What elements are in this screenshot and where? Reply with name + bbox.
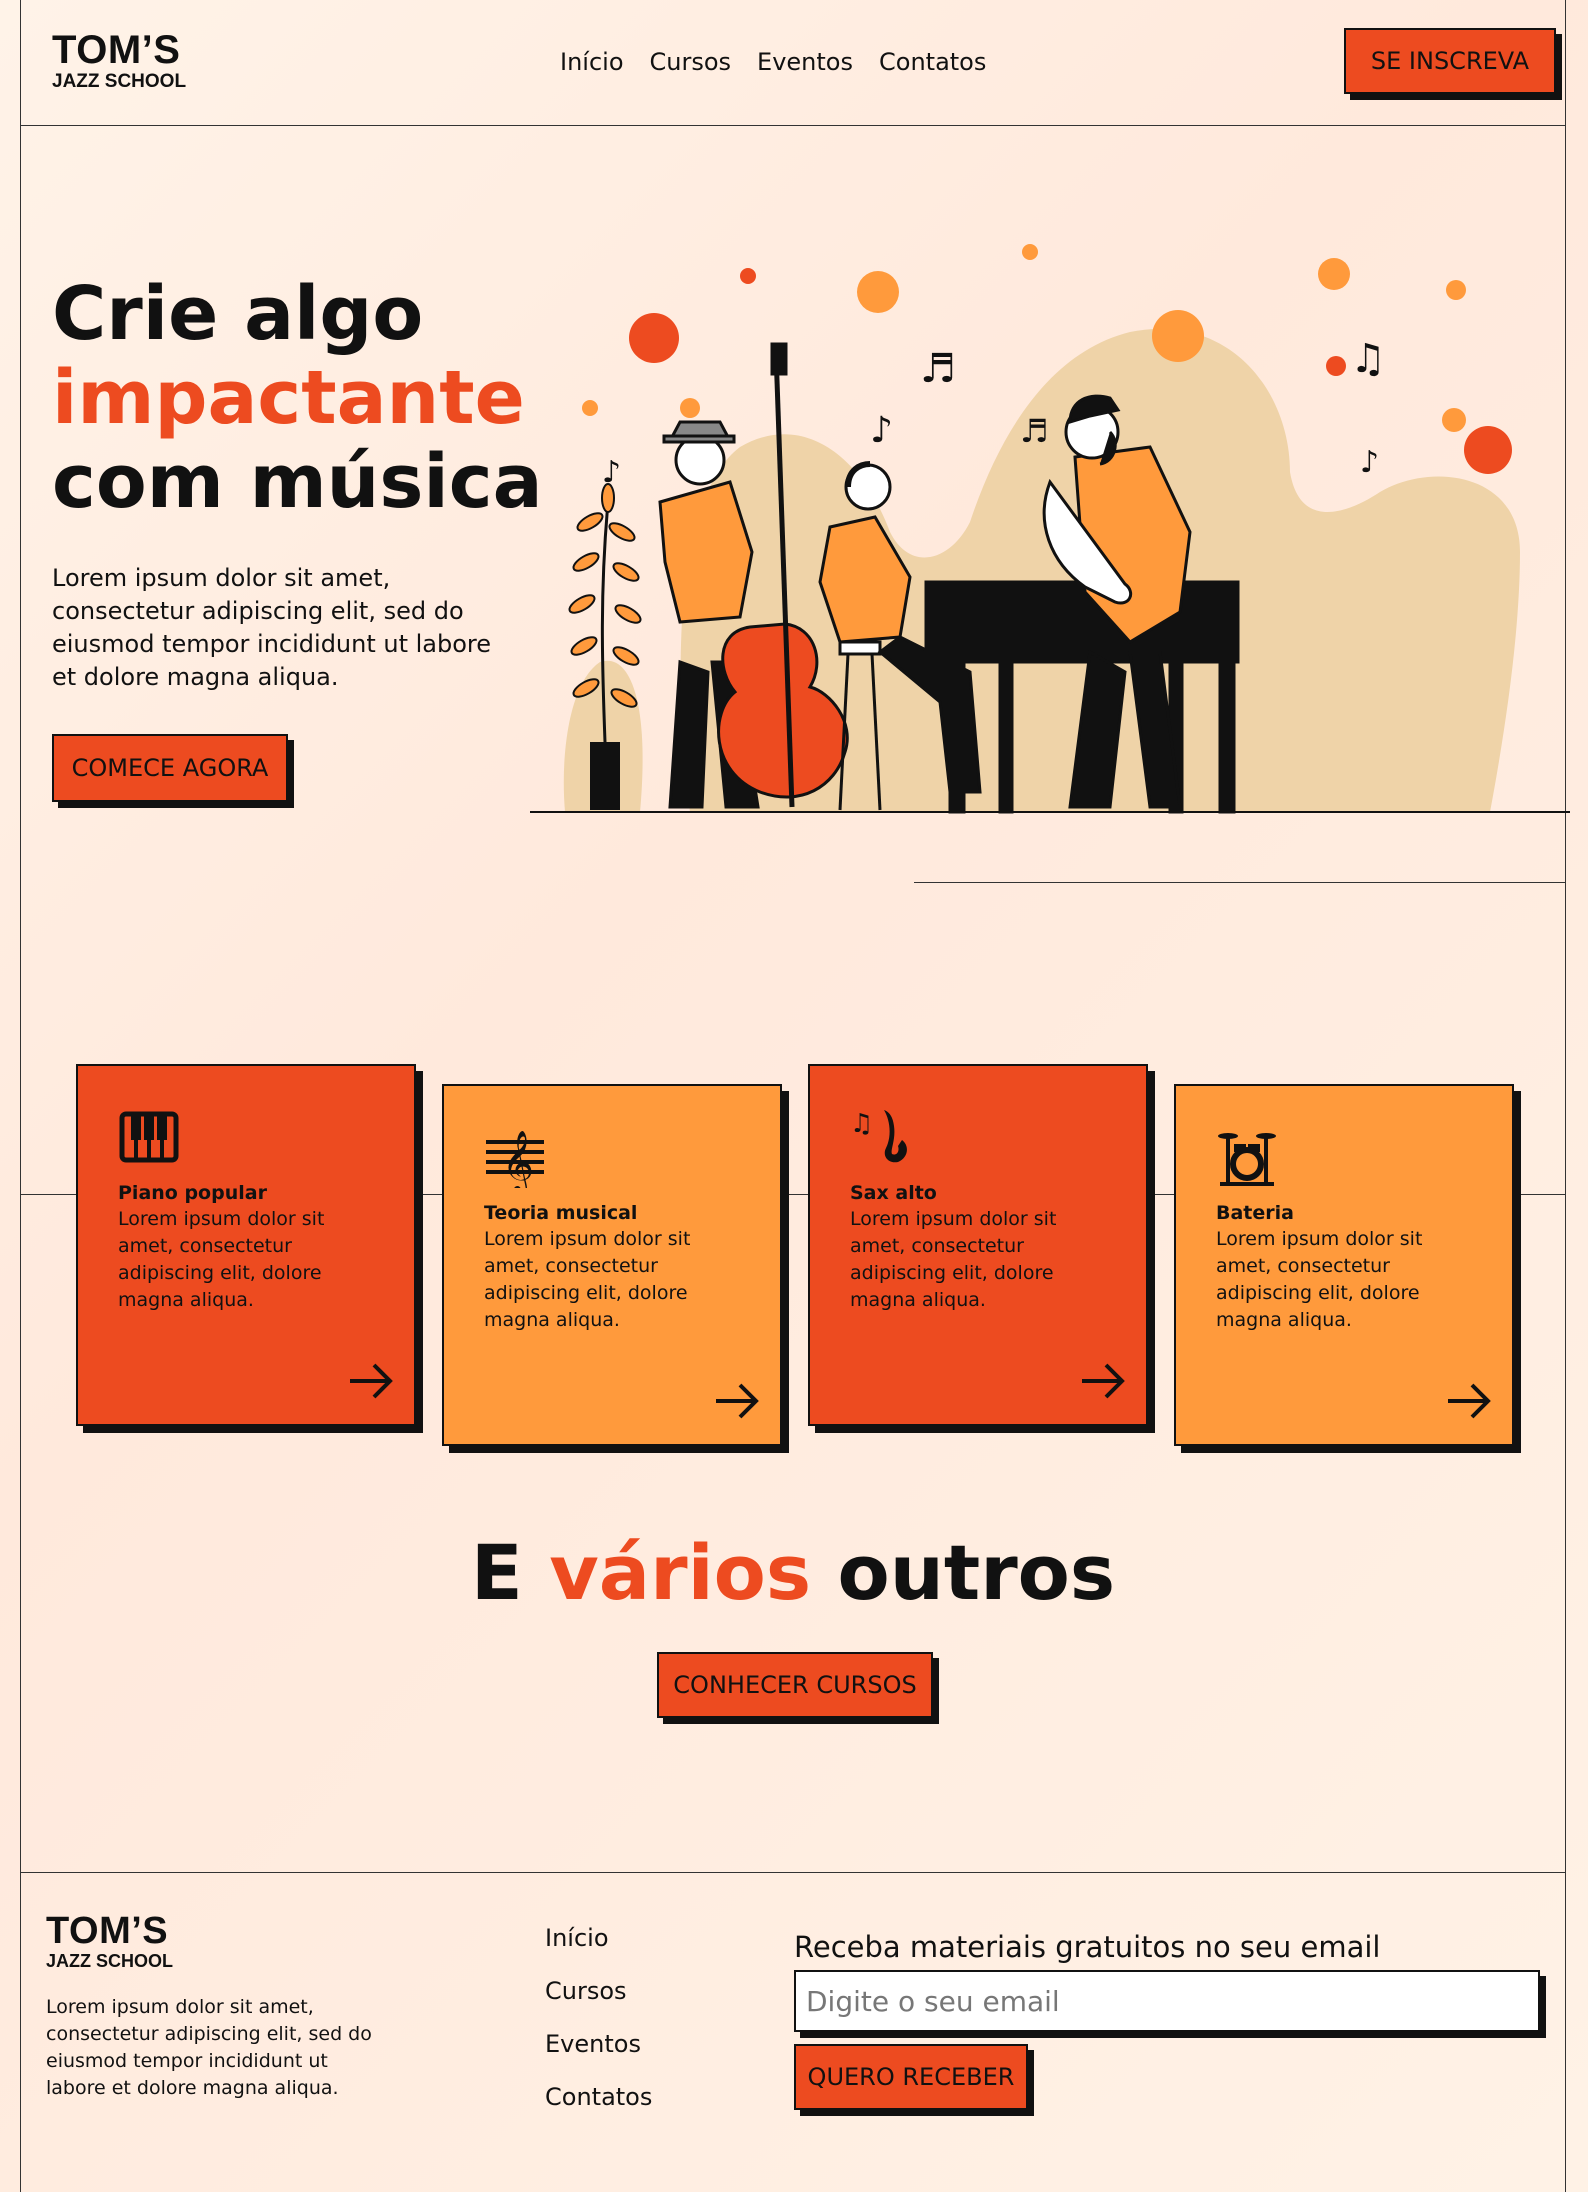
view-courses-button[interactable]: CONHECER CURSOS [657, 1652, 933, 1718]
arrow-right-icon[interactable] [348, 1362, 394, 1400]
svg-text:♪: ♪ [870, 410, 893, 451]
nav-item-eventos[interactable]: Eventos [757, 48, 853, 76]
others-prefix: E [470, 1528, 523, 1617]
others-heading: E vários outros [20, 1528, 1566, 1618]
footer-link-eventos[interactable]: Eventos [545, 2018, 652, 2071]
piano-icon [119, 1111, 179, 1163]
course-card-drums[interactable]: Bateria Lorem ipsum dolor sit amet, cons… [1174, 1084, 1514, 1446]
footer-divider [20, 1872, 1566, 1873]
svg-text:♪: ♪ [1360, 445, 1379, 480]
footer-description: Lorem ipsum dolor sit amet, consectetur … [46, 1996, 372, 2099]
svg-text:♬: ♬ [1020, 412, 1049, 450]
signup-button[interactable]: SE INSCREVA [1344, 28, 1556, 94]
footer-brand-tagline: JAZZ SCHOOL [46, 1951, 174, 1971]
footer-brand-name: TOM’S [46, 1910, 169, 1952]
course-title: Piano popular [118, 1182, 267, 1204]
others-accent: vários [549, 1528, 812, 1617]
hero-title: Crie algo impactante com música [52, 272, 543, 524]
footer-link-cursos[interactable]: Cursos [545, 1965, 652, 2018]
course-card-sax[interactable]: ♫ Sax alto Lorem ipsum dolor sit amet, c… [808, 1064, 1148, 1426]
newsletter-label: Receba materiais gratuitos no seu email [794, 1930, 1381, 1964]
course-description: Lorem ipsum dolor sit amet, consectetur … [850, 1208, 1057, 1311]
brand-logo[interactable]: TOM’S JAZZ SCHOOL [52, 30, 186, 91]
course-title: Teoria musical [484, 1202, 638, 1224]
svg-text:♫: ♫ [850, 1109, 873, 1139]
nav-item-inicio[interactable]: Início [560, 48, 624, 76]
course-card-theory[interactable]: 𝄞 Teoria musical Lorem ipsum dolor sit a… [442, 1084, 782, 1446]
others-suffix: outros [837, 1528, 1116, 1617]
svg-text:♫: ♫ [1350, 336, 1386, 382]
drum-kit-icon [1218, 1133, 1276, 1186]
jazz-band-illustration: ♬ ♪ ♬ ♪ ♬ ♪ ♫ ♪ [530, 244, 1570, 814]
brand-tagline: JAZZ SCHOOL [52, 71, 187, 92]
hero-title-line3: com música [52, 439, 543, 525]
svg-text:♬: ♬ [920, 346, 956, 392]
footer-link-contatos[interactable]: Contatos [545, 2071, 652, 2124]
treble-clef-icon: 𝄞 [486, 1130, 544, 1196]
subscribe-button[interactable]: QUERO RECEBER [794, 2044, 1028, 2110]
site-header: TOM’S JAZZ SCHOOL Início Cursos Eventos … [20, 0, 1566, 126]
hero-divider [914, 882, 1566, 883]
hero-title-line1: Crie algo [52, 271, 424, 357]
nav-item-contatos[interactable]: Contatos [879, 48, 986, 76]
footer-nav: Início Cursos Eventos Contatos [545, 1912, 652, 2124]
arrow-right-icon[interactable] [1446, 1382, 1492, 1420]
nav-item-cursos[interactable]: Cursos [650, 48, 732, 76]
course-title: Bateria [1216, 1202, 1294, 1224]
saxophone-icon: ♫ [850, 1109, 907, 1163]
footer-link-inicio[interactable]: Início [545, 1912, 652, 1965]
brand-name: TOM’S [52, 28, 181, 72]
footer-brand-logo[interactable]: TOM’S JAZZ SCHOOL [46, 1912, 173, 1970]
arrow-right-icon[interactable] [1080, 1362, 1126, 1400]
course-description: Lorem ipsum dolor sit amet, consectetur … [484, 1228, 691, 1331]
main-nav: Início Cursos Eventos Contatos [560, 48, 986, 76]
svg-text:𝄞: 𝄞 [502, 1130, 534, 1188]
course-description: Lorem ipsum dolor sit amet, consectetur … [1216, 1228, 1423, 1331]
course-title: Sax alto [850, 1182, 937, 1204]
start-now-button[interactable]: COMECE AGORA [52, 734, 288, 802]
course-card-piano[interactable]: Piano popular Lorem ipsum dolor sit amet… [76, 1064, 416, 1426]
hero-title-accent: impactante [52, 355, 525, 441]
email-field[interactable] [794, 1970, 1540, 2032]
arrow-right-icon[interactable] [714, 1382, 760, 1420]
course-description: Lorem ipsum dolor sit amet, consectetur … [118, 1208, 325, 1311]
hero-description: Lorem ipsum dolor sit amet, consectetur … [52, 564, 492, 691]
